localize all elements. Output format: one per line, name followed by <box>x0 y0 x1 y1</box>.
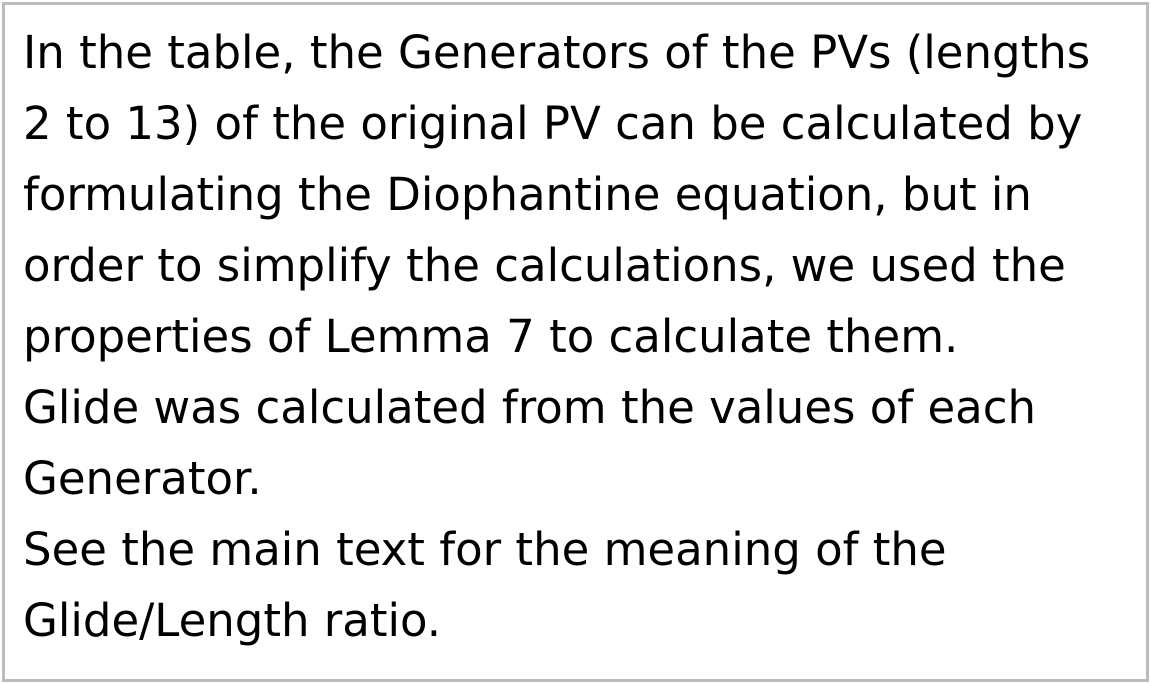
note-line-1: In the table, the Generators of the PVs … <box>23 26 1091 79</box>
note-line-9: Glide/Length ratio. <box>23 594 442 647</box>
note-paragraph: In the table, the Generators of the PVs … <box>23 17 1090 656</box>
note-line-5: properties of Lemma 7 to calculate them. <box>23 310 959 363</box>
note-line-8: See the main text for the meaning of the <box>23 523 947 576</box>
note-line-7: Generator. <box>23 452 262 505</box>
note-line-2: 2 to 13) of the original PV can be calcu… <box>23 97 1083 150</box>
note-line-4: order to simplify the calculations, we u… <box>23 239 1066 292</box>
note-line-3: formulating the Diophantine equation, bu… <box>23 168 1032 221</box>
note-line-6: Glide was calculated from the values of … <box>23 381 1036 434</box>
note-box: In the table, the Generators of the PVs … <box>2 2 1149 682</box>
